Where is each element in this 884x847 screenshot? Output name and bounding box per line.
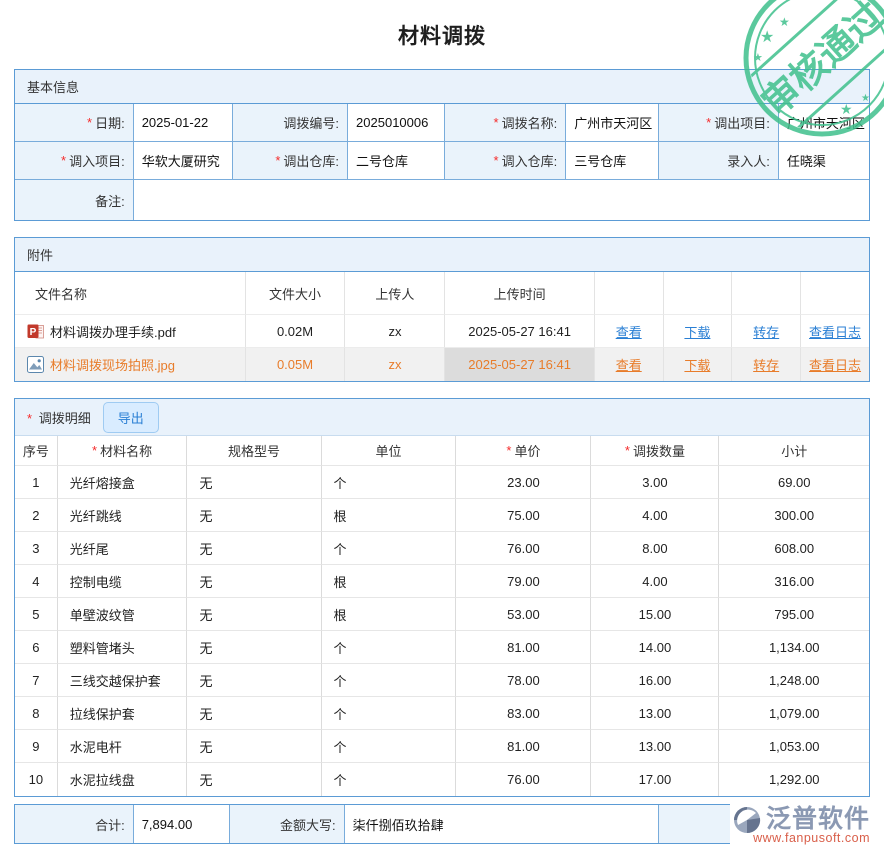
detail-panel: * 调拨明细 导出 序号 * 材料名称 规格型号 单位 * 单价 * 调拨数量 …: [14, 398, 870, 797]
out-project-label: * 调出项目:: [659, 104, 779, 142]
view-log-link[interactable]: 查看日志: [809, 355, 861, 374]
detail-row: 3 光纤尾 无 个 76.00 8.00 608.00: [15, 532, 869, 565]
out-project-value: 广州市天河区: [779, 104, 869, 142]
remark-row: 备注:: [15, 180, 869, 220]
file-size: 0.02M: [246, 315, 346, 348]
save-as-link[interactable]: 转存: [753, 355, 779, 374]
upload-time: 2025-05-27 16:41: [445, 315, 594, 348]
basic-info-row: * 调入项目: 华软大厦研究 * 调出仓库: 二号仓库 * 调入仓库: 三号仓库…: [15, 142, 869, 180]
file-name: 材料调拨现场拍照.jpg: [50, 355, 175, 374]
total-label: 合计:: [15, 805, 134, 843]
file-name: 材料调拨办理手续.pdf: [50, 322, 176, 341]
total-value: 7,894.00: [134, 805, 231, 843]
out-warehouse-label: * 调出仓库:: [233, 142, 348, 180]
transfer-name-label: * 调拨名称:: [445, 104, 567, 142]
col-spec-model: 规格型号: [187, 436, 321, 466]
view-link[interactable]: 查看: [616, 355, 642, 374]
save-as-link[interactable]: 转存: [753, 322, 779, 341]
detail-row: 10 水泥拉线盘 无 个 76.00 17.00 1,292.00: [15, 763, 869, 796]
col-unit: 单位: [322, 436, 457, 466]
col-seq: 序号: [15, 436, 58, 466]
col-transfer-qty: * 调拨数量: [591, 436, 719, 466]
col-file-size: 文件大小: [246, 272, 346, 315]
uploader: zx: [345, 348, 445, 381]
uploader: zx: [345, 315, 445, 348]
detail-row: 6 塑料管堵头 无 个 81.00 14.00 1,134.00: [15, 631, 869, 664]
col-material-name: * 材料名称: [58, 436, 188, 466]
transfer-no-value: 2025010006: [348, 104, 445, 142]
attachments-section-title: 附件: [15, 238, 869, 272]
detail-section-title: * 调拨明细: [27, 408, 91, 427]
detail-row: 9 水泥电杆 无 个 81.00 13.00 1,053.00: [15, 730, 869, 763]
basic-info-row: * 日期: 2025-01-22 调拨编号: 2025010006 * 调拨名称…: [15, 104, 869, 142]
out-warehouse-value: 二号仓库: [348, 142, 445, 180]
attachment-row[interactable]: 材料调拨现场拍照.jpg 0.05M zx 2025-05-27 16:41 查…: [15, 348, 869, 381]
remark-value: [134, 180, 869, 220]
attachments-panel: 附件 文件名称 文件大小 上传人 上传时间 P 材料调拨办理手续.pdf: [14, 237, 870, 382]
detail-row: 8 拉线保护套 无 个 83.00 13.00 1,079.00: [15, 697, 869, 730]
pdf-file-icon: P: [27, 323, 44, 340]
view-log-link[interactable]: 查看日志: [809, 322, 861, 341]
remark-label: 备注:: [15, 180, 134, 220]
upload-time: 2025-05-27 16:41: [445, 348, 594, 381]
transfer-no-label: 调拨编号:: [233, 104, 348, 142]
image-file-icon: [27, 356, 44, 373]
col-unit-price: * 单价: [456, 436, 591, 466]
col-upload-time: 上传时间: [445, 272, 594, 315]
page-title: 材料调拨: [0, 0, 884, 50]
in-project-label: * 调入项目:: [15, 142, 134, 180]
brand-logo: 泛普软件 www.fanpusoft.com: [730, 804, 872, 846]
detail-header-row: 序号 * 材料名称 规格型号 单位 * 单价 * 调拨数量 小计: [15, 436, 869, 466]
basic-info-panel: 基本信息 * 日期: 2025-01-22 调拨编号: 2025010006 *…: [14, 69, 870, 221]
detail-row: 1 光纤熔接盒 无 个 23.00 3.00 69.00: [15, 466, 869, 499]
view-link[interactable]: 查看: [616, 322, 642, 341]
col-file-name: 文件名称: [15, 272, 246, 315]
col-action: [801, 272, 869, 315]
brand-name: 泛普软件: [766, 807, 870, 832]
col-subtotal: 小计: [719, 436, 869, 466]
svg-text:★: ★: [753, 52, 763, 64]
col-action: [595, 272, 664, 315]
brand-url: www.fanpusoft.com: [753, 831, 870, 845]
col-action: [664, 272, 733, 315]
detail-row: 2 光纤跳线 无 根 75.00 4.00 300.00: [15, 499, 869, 532]
amount-words-value: 柒仟捌佰玖拾肆: [345, 805, 659, 843]
svg-text:P: P: [30, 327, 37, 338]
entered-by-value: 任晓渠: [779, 142, 869, 180]
brand-swirl-icon: [732, 805, 764, 834]
file-size: 0.05M: [246, 348, 346, 381]
entered-by-label: 录入人:: [659, 142, 779, 180]
col-uploader: 上传人: [345, 272, 445, 315]
download-link[interactable]: 下载: [684, 355, 710, 374]
attachment-row[interactable]: P 材料调拨办理手续.pdf 0.02M zx 2025-05-27 16:41…: [15, 315, 869, 348]
in-warehouse-label: * 调入仓库:: [445, 142, 567, 180]
amount-words-label: 金额大写:: [230, 805, 344, 843]
date-value: 2025-01-22: [134, 104, 233, 142]
attachments-header-row: 文件名称 文件大小 上传人 上传时间: [15, 272, 869, 315]
in-project-value: 华软大厦研究: [134, 142, 233, 180]
transfer-name-value: 广州市天河区: [566, 104, 659, 142]
detail-row: 7 三线交越保护套 无 个 78.00 16.00 1,248.00: [15, 664, 869, 697]
detail-row: 5 单壁波纹管 无 根 53.00 15.00 795.00: [15, 598, 869, 631]
in-warehouse-value: 三号仓库: [566, 142, 659, 180]
detail-row: 4 控制电缆 无 根 79.00 4.00 316.00: [15, 565, 869, 598]
export-button[interactable]: 导出: [103, 402, 159, 433]
download-link[interactable]: 下载: [684, 322, 710, 341]
col-action: [732, 272, 801, 315]
date-label: * 日期:: [15, 104, 134, 142]
basic-info-section-title: 基本信息: [15, 70, 869, 104]
